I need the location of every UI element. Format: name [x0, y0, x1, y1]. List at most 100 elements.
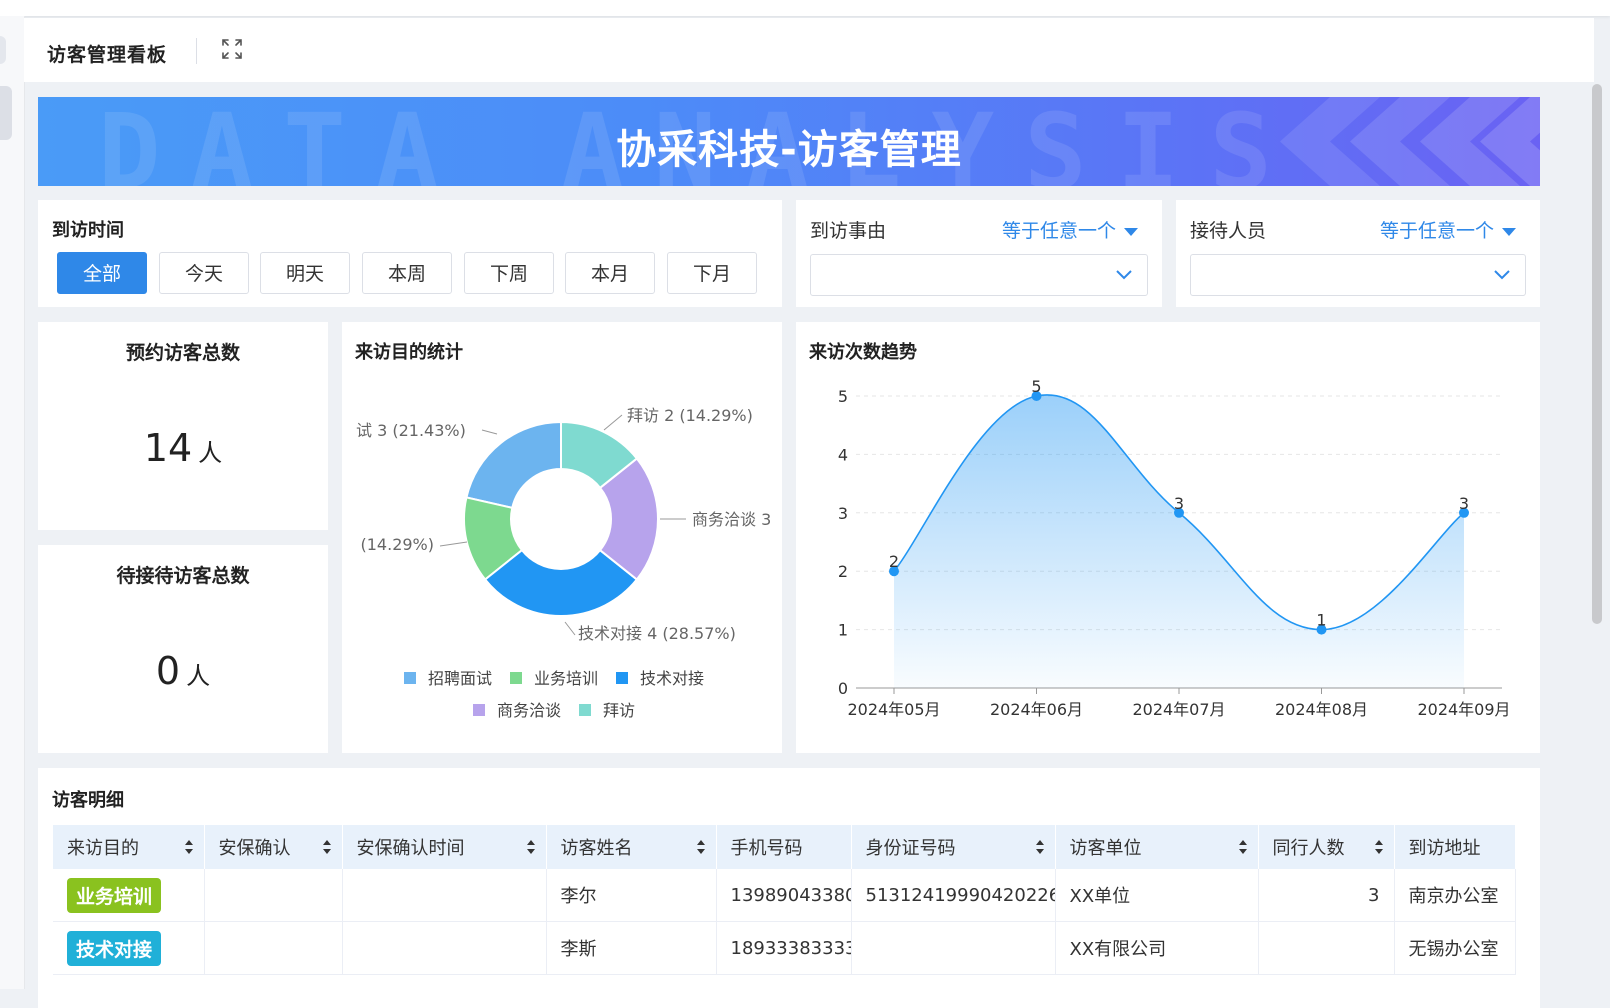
left-rail	[0, 16, 25, 989]
time-button-today[interactable]: 今天	[159, 252, 249, 294]
cell-company: XX单位	[1055, 869, 1259, 922]
pie-label-line	[481, 429, 498, 435]
time-button-all[interactable]: 全部	[57, 252, 147, 294]
pie-label-line	[439, 541, 468, 547]
purpose-chart-card: 来访目的统计 试 3 (21.43%) (14.29%) 技术对接 4 (28.57…	[342, 322, 782, 753]
chevron-down-icon	[1494, 270, 1510, 280]
column-label: 同行人数	[1272, 838, 1345, 859]
visitor-detail-title: 访客明细	[52, 790, 124, 811]
cell-phone: 18933383333	[716, 921, 852, 975]
visitor-table: 来访目的 安保确认 安保确认时间 访客姓名 手机号码 身份证号码 访客单位 同行…	[53, 825, 1516, 975]
y-tick-label: 3	[838, 504, 848, 523]
pie-label-line	[564, 621, 576, 636]
reason-filter-label: 到访事由	[810, 220, 887, 242]
purpose-donut-chart: 试 3 (21.43%) (14.29%) 技术对接 4 (28.57%) 商务洽谈 …	[356, 406, 771, 720]
data-label: 3	[1459, 494, 1469, 513]
sort-icon[interactable]	[1035, 839, 1045, 855]
cell-phone: 13989043380	[716, 869, 852, 922]
pending-visitors-card: 待接待访客总数 0人	[38, 545, 328, 753]
page-title: 访客管理看板	[47, 44, 168, 66]
cell-companions	[1258, 921, 1395, 975]
column-header-security[interactable]: 安保确认	[204, 825, 343, 869]
caret-down-icon	[1502, 227, 1516, 236]
y-tick-label: 0	[838, 679, 848, 698]
reason-select[interactable]	[810, 254, 1148, 296]
legend-swatch	[510, 672, 522, 684]
time-button-tomorrow[interactable]: 明天	[260, 252, 350, 294]
receiver-filter-operator[interactable]: 等于任意一个	[1380, 216, 1516, 243]
time-button-this-week[interactable]: 本周	[362, 252, 452, 294]
cell-security-time	[342, 921, 547, 975]
chevron-down-icon	[1116, 270, 1132, 280]
time-button-next-week[interactable]: 下周	[464, 252, 554, 294]
data-label: 5	[1031, 377, 1041, 396]
column-header-phone: 手机号码	[716, 825, 852, 869]
data-label: 3	[1174, 494, 1184, 513]
cell-purpose: 业务培训	[53, 869, 205, 922]
pie-slice-label: 试 3 (21.43%)	[356, 421, 466, 440]
column-header-security-time[interactable]: 安保确认时间	[342, 825, 547, 869]
receiver-filter-label: 接待人员	[1190, 220, 1267, 242]
visit-time-card: 到访时间 全部 今天 明天 本周 下周 本月 下月	[38, 200, 782, 307]
pending-visitors-title: 待接待访客总数	[116, 565, 250, 587]
column-label: 访客单位	[1069, 838, 1142, 859]
vertical-scrollbar[interactable]	[1592, 84, 1602, 624]
x-tick-label: 2024年07月	[1132, 700, 1225, 719]
column-header-id-number[interactable]: 身份证号码	[851, 825, 1056, 869]
column-label: 访客姓名	[560, 838, 633, 859]
column-label: 身份证号码	[865, 838, 956, 859]
cell-security	[204, 869, 343, 922]
column-header-address: 到访地址	[1394, 825, 1516, 869]
column-label: 安保确认	[218, 838, 291, 859]
legend-item[interactable]: 拜访	[603, 701, 635, 720]
banner-title: 协采科技-访客管理	[616, 127, 962, 173]
receiver-operator-text: 等于任意一个	[1379, 220, 1494, 242]
visit-trend-chart: 0 1 2 3 4 5 2024年05月 2 2024年06月 5 2024年07月 3 2024年08…	[838, 377, 1511, 719]
legend-swatch	[616, 672, 628, 684]
column-header-purpose[interactable]: 来访目的	[53, 825, 205, 869]
cell-security	[204, 921, 343, 975]
sort-icon[interactable]	[1238, 839, 1248, 855]
pending-unit: 人	[186, 662, 211, 690]
legend-item[interactable]: 招聘面试	[428, 669, 492, 688]
column-header-companions[interactable]: 同行人数	[1258, 825, 1395, 869]
rail-tab[interactable]	[0, 86, 12, 140]
reason-filter-operator[interactable]: 等于任意一个	[1002, 216, 1138, 243]
pie-slice-0[interactable]	[465, 420, 562, 510]
sort-icon[interactable]	[1374, 839, 1384, 855]
receiver-select[interactable]	[1190, 254, 1526, 296]
sort-icon[interactable]	[526, 839, 536, 855]
cell-companions: 3	[1258, 869, 1395, 922]
pie-slice-label: 拜访 2 (14.29%)	[627, 406, 753, 425]
cell-purpose: 技术对接	[53, 921, 205, 975]
time-button-this-month[interactable]: 本月	[565, 252, 655, 294]
cell-company: XX有限公司	[1055, 921, 1259, 975]
column-header-name[interactable]: 访客姓名	[546, 825, 717, 869]
y-tick-label: 2	[838, 562, 848, 581]
fullscreen-icon[interactable]	[221, 38, 243, 60]
sort-icon[interactable]	[184, 839, 194, 855]
x-tick-label: 2024年09月	[1417, 700, 1510, 719]
x-tick-label: 2024年08月	[1275, 700, 1368, 719]
data-label: 2	[889, 552, 899, 571]
sort-icon[interactable]	[322, 839, 332, 855]
y-tick-label: 4	[838, 445, 848, 464]
trend-area	[894, 394, 1464, 688]
column-header-company[interactable]: 访客单位	[1055, 825, 1259, 869]
cell-address: 无锡办公室	[1394, 921, 1516, 975]
legend-item[interactable]: 商务洽谈	[497, 701, 561, 720]
cell-security-time	[342, 869, 547, 922]
legend-swatch	[473, 704, 485, 716]
y-tick-label: 1	[838, 621, 848, 640]
table-row[interactable]: 业务培训 李尔 13989043380 513124199904202263 X…	[53, 869, 1516, 922]
time-button-next-month[interactable]: 下月	[667, 252, 757, 294]
legend-item[interactable]: 业务培训	[534, 669, 598, 688]
cell-name: 李斯	[546, 921, 717, 975]
rail-handle[interactable]	[0, 36, 6, 64]
purpose-tag: 业务培训	[67, 877, 162, 913]
legend-item[interactable]: 技术对接	[640, 669, 704, 688]
trend-chart-card: 来访次数趋势 0 1 2 3 4 5 2024年05月 2 2024年06月 5 2024年07月 3…	[796, 322, 1540, 753]
sort-icon[interactable]	[696, 839, 706, 855]
table-row[interactable]: 技术对接 李斯 18933383333 XX有限公司 无锡办公室	[53, 921, 1516, 975]
y-tick-label: 5	[838, 387, 848, 406]
